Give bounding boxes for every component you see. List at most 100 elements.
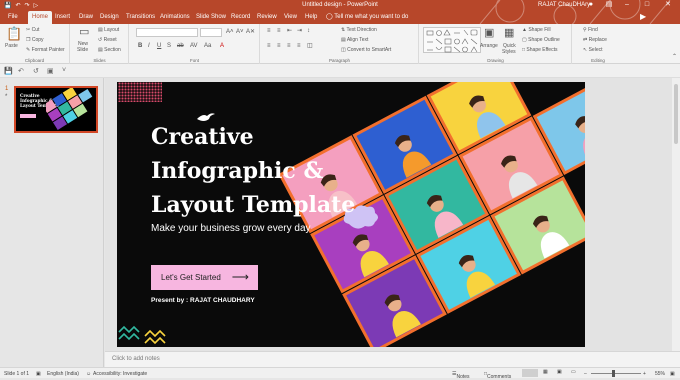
clear-format-icon[interactable]: A✕: [246, 29, 255, 35]
change-case-icon[interactable]: Aa: [204, 43, 211, 49]
tab-draw[interactable]: Draw: [75, 11, 97, 24]
customize-toolbar-icon[interactable]: ˅: [62, 67, 66, 74]
text-direction-button[interactable]: ⇅ Text Direction: [341, 27, 377, 33]
cut-button[interactable]: ✂ Cut: [26, 27, 39, 33]
status-bar: Slide 1 of 1 ▣ English (India) ☺ Accessi…: [0, 367, 680, 380]
present-from-start-icon[interactable]: ▣: [47, 67, 54, 75]
tab-transitions[interactable]: Transitions: [122, 11, 159, 24]
font-size-box[interactable]: [200, 28, 222, 37]
quick-styles-label-2[interactable]: Styles: [502, 49, 516, 55]
comments-button[interactable]: □ Comments: [484, 371, 511, 380]
proofing-icon[interactable]: ▣: [36, 371, 41, 377]
tab-slide-show[interactable]: Slide Show: [192, 11, 230, 24]
align-left-icon[interactable]: ≡: [267, 43, 271, 49]
zoom-out-icon[interactable]: –: [584, 371, 587, 377]
format-painter-button[interactable]: ✎ Format Painter: [26, 47, 65, 53]
notes-pane[interactable]: Click to add notes: [105, 351, 680, 367]
zoom-slider[interactable]: [591, 373, 641, 374]
undo-icon[interactable]: ↶: [18, 67, 24, 75]
new-slide-label-2[interactable]: Slide: [77, 47, 88, 53]
paragraph-group: ≡ ≡ ⇤ ⇥ ↕ ≡ ≡ ≡ ≡ ◫ ⇅ Text Direction ▤ A…: [261, 24, 419, 64]
char-spacing-icon[interactable]: AV: [190, 43, 198, 49]
slide-title-line-1: Creative: [151, 124, 254, 150]
save-icon[interactable]: 💾: [4, 67, 13, 75]
shape-outline-button[interactable]: ▢ Shape Outline: [522, 37, 560, 43]
convert-smartart-button[interactable]: ◫ Convert to SmartArt: [341, 47, 391, 53]
zoom-level[interactable]: 55%: [655, 371, 665, 377]
arrow-right-icon: ⟶: [231, 270, 249, 284]
shape-fill-button[interactable]: ▲ Shape Fill: [522, 27, 551, 33]
underline-icon[interactable]: U: [157, 43, 161, 49]
slide-count: Slide 1 of 1: [4, 371, 30, 377]
italic-icon[interactable]: I: [148, 43, 150, 49]
paste-icon[interactable]: 📋: [6, 27, 22, 40]
slide-canvas[interactable]: Creative Infographic & Layout Template M…: [117, 82, 585, 347]
replace-button[interactable]: ⇄ Replace: [583, 37, 607, 43]
bullets-icon[interactable]: ≡: [267, 28, 271, 34]
layout-button[interactable]: ▤ Layout: [98, 27, 119, 33]
slide-thumbnail[interactable]: Creative Infographic & Layout Template: [14, 86, 98, 133]
notes-placeholder: Click to add notes: [112, 356, 160, 362]
find-button[interactable]: ⚲ Find: [583, 27, 598, 33]
reset-button[interactable]: ↺ Reset: [98, 37, 117, 43]
shapes-gallery[interactable]: [423, 27, 481, 53]
scrollbar-thumb[interactable]: [674, 84, 678, 144]
quick-styles-icon[interactable]: ▦: [504, 28, 514, 39]
tab-insert[interactable]: Insert: [51, 11, 74, 24]
numbering-icon[interactable]: ≡: [277, 28, 281, 34]
tab-design[interactable]: Design: [96, 11, 123, 24]
tab-view[interactable]: View: [280, 11, 301, 24]
font-name-box[interactable]: [136, 28, 198, 37]
line-spacing-icon[interactable]: ↕: [307, 28, 310, 34]
normal-view-icon[interactable]: [522, 369, 538, 377]
arrange-icon[interactable]: ▣: [484, 28, 494, 39]
accessibility-icon[interactable]: ☺: [86, 371, 91, 377]
grow-font-icon[interactable]: A˄: [226, 29, 234, 35]
slide-sorter-icon[interactable]: ▦: [543, 369, 548, 375]
zoom-slider-thumb[interactable]: [612, 370, 615, 377]
copy-button[interactable]: ❐ Copy: [26, 37, 44, 43]
language-indicator[interactable]: English (India): [47, 371, 79, 377]
new-slide-icon[interactable]: ▭: [79, 27, 89, 38]
select-button[interactable]: ↖ Select: [583, 47, 603, 53]
slide-title[interactable]: Creative Infographic & Layout Template: [151, 120, 355, 222]
tab-home[interactable]: Home: [28, 11, 53, 24]
tab-review[interactable]: Review: [253, 11, 281, 24]
bold-icon[interactable]: B: [138, 43, 142, 49]
section-button[interactable]: ▤ Section: [98, 47, 121, 53]
shape-effects-button[interactable]: □ Shape Effects: [522, 47, 557, 53]
notes-button[interactable]: ☰ Notes: [452, 371, 470, 380]
get-started-button[interactable]: Let's Get Started ⟶: [151, 265, 258, 290]
drawing-group: ▣ Arrange ▦ Quick Styles ▲ Shape Fill ▢ …: [420, 24, 572, 64]
arrange-label[interactable]: Arrange: [480, 43, 498, 49]
collapse-ribbon-icon[interactable]: ⌃: [672, 54, 677, 60]
increase-indent-icon[interactable]: ⇥: [297, 28, 302, 34]
slideshow-view-icon[interactable]: ▭: [571, 369, 576, 375]
redo-icon[interactable]: ↺: [33, 67, 39, 75]
font-color-icon[interactable]: A: [220, 43, 224, 49]
strikethrough-icon[interactable]: ab: [177, 43, 184, 49]
decrease-indent-icon[interactable]: ⇤: [287, 28, 292, 34]
zoom-in-icon[interactable]: +: [643, 371, 646, 377]
tab-record[interactable]: Record: [227, 11, 254, 24]
align-center-icon[interactable]: ≡: [277, 43, 281, 49]
shrink-font-icon[interactable]: A˅: [236, 29, 244, 35]
paste-label[interactable]: Paste: [5, 43, 18, 49]
slide-subtitle[interactable]: Make your business grow every day: [151, 223, 311, 234]
fit-to-window-icon[interactable]: ▣: [670, 371, 675, 377]
tab-animations[interactable]: Animations: [156, 11, 194, 24]
tab-help[interactable]: Help: [301, 11, 321, 24]
shadow-icon[interactable]: S: [167, 43, 171, 49]
align-text-button[interactable]: ▤ Align Text: [341, 37, 368, 43]
tell-me-box[interactable]: ◯ Tell me what you want to do: [326, 11, 408, 24]
columns-icon[interactable]: ◫: [307, 43, 313, 49]
align-right-icon[interactable]: ≡: [287, 43, 291, 49]
tab-file[interactable]: File: [4, 11, 22, 24]
reading-view-icon[interactable]: ▣: [557, 369, 562, 375]
presenter-text[interactable]: Present by : RAJAT CHAUDHARY: [151, 297, 255, 304]
editing-group: ⚲ Find ⇄ Replace ↖ Select Editing: [573, 24, 623, 64]
accessibility-status[interactable]: Accessibility: Investigate: [93, 371, 147, 377]
dot-pattern-decoration: [118, 82, 162, 102]
vertical-scrollbar[interactable]: [672, 78, 680, 351]
justify-icon[interactable]: ≡: [297, 43, 301, 49]
